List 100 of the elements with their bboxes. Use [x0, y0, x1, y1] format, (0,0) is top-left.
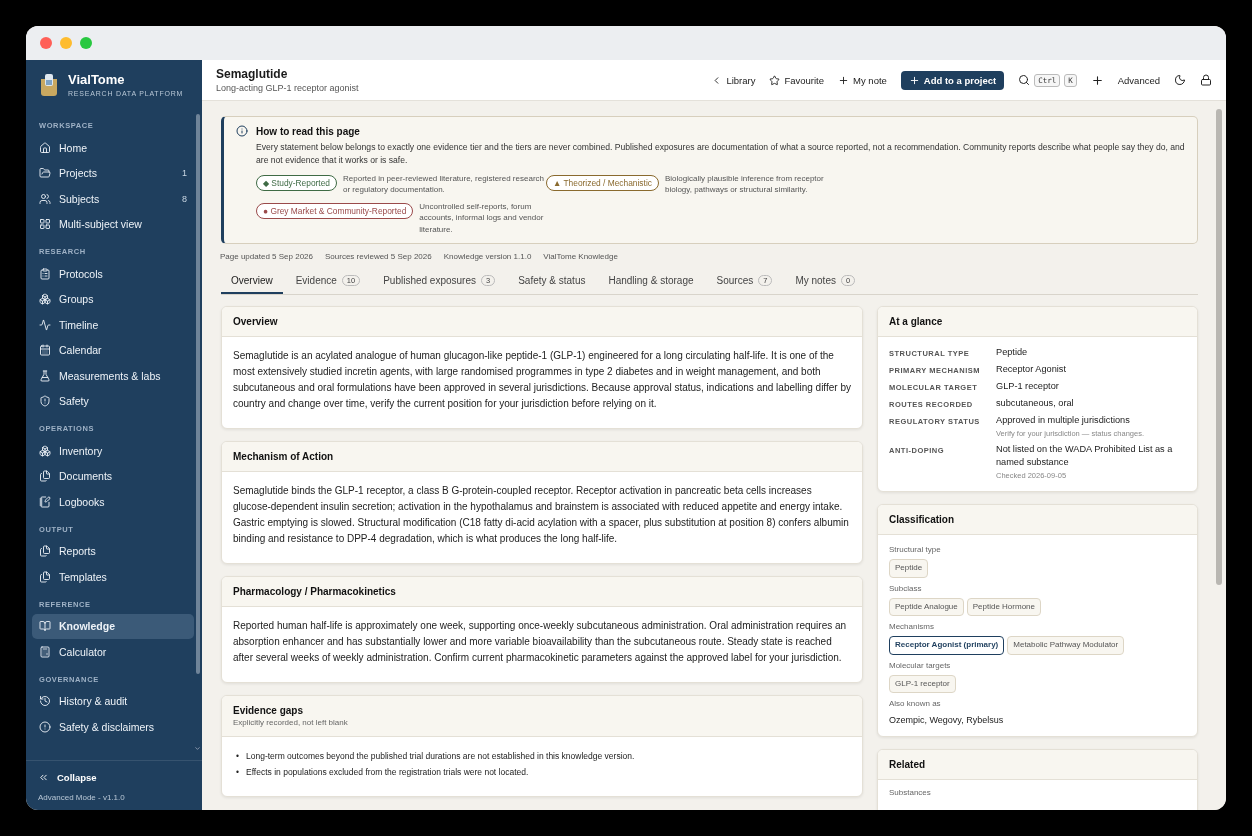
bullet-marker: • — [236, 749, 239, 763]
nav-item[interactable]: Calendar — [32, 337, 194, 363]
field-value: subcutaneous, oral — [996, 396, 1075, 410]
tier-badge: ▲ Theorized / Mechanistic — [546, 174, 659, 191]
field-value: Not listed on the WADA Prohibited List as a named substance — [996, 442, 1174, 470]
card-subtitle: Explicitly recorded, not left blank — [233, 717, 349, 727]
meta-text: Knowledge version 1.1.0 — [443, 251, 532, 261]
group-label: Substances — [889, 786, 932, 799]
maximize-window-button[interactable] — [80, 37, 92, 49]
search-icon — [1018, 74, 1031, 86]
tier-badge: ● Grey Market & Community-Reported — [256, 203, 414, 220]
page-subtitle: Long-acting GLP-1 receptor agonist — [216, 83, 359, 93]
card-title: Evidence gaps — [233, 704, 305, 716]
boxes-icon — [39, 293, 51, 306]
card-title: Pharmacology / Pharmacokinetics — [233, 585, 397, 597]
grid-icon — [39, 218, 51, 231]
nav-item[interactable]: Inventory — [32, 438, 194, 464]
home-icon — [39, 141, 51, 154]
tab[interactable]: Safety & status — [508, 269, 596, 294]
plus-icon — [838, 74, 850, 86]
collapse-button[interactable]: Collapse — [38, 767, 190, 787]
folder-icon — [39, 167, 51, 180]
card-title: Mechanism of Action — [233, 450, 335, 462]
scroll-down-icon[interactable] — [194, 745, 201, 752]
field-value: Peptide — [996, 345, 1029, 359]
nav-item[interactable]: Multi-subject view — [32, 211, 194, 237]
group-label: Also known as — [889, 698, 942, 711]
notice-title: How to read this page — [256, 125, 360, 137]
meta-text: Page updated 5 Sep 2026 — [220, 251, 313, 261]
tag-chip[interactable]: Peptide — [889, 558, 929, 578]
field-value: Approved in multiple jurisdictions — [996, 413, 1131, 427]
tab[interactable]: Handling & storage — [598, 269, 704, 294]
shield-icon — [39, 395, 51, 408]
tier-description: Biologically plausible inference from receptor biology, pathways or structural similarity. — [664, 172, 825, 196]
header-button[interactable]: Favourite — [769, 74, 825, 86]
card-title: Related — [889, 758, 927, 770]
tag-chip[interactable]: Peptide Analogue — [889, 597, 964, 617]
tab[interactable]: Overview — [221, 269, 283, 294]
nav-item[interactable]: Home — [32, 135, 194, 161]
users-icon — [39, 192, 51, 205]
files-icon — [39, 570, 51, 583]
nav-item[interactable]: Documents — [32, 463, 194, 489]
tag-chip[interactable]: Metabolic Pathway Modulator — [1007, 636, 1125, 655]
book-icon — [39, 620, 51, 633]
minimize-window-button[interactable] — [60, 37, 72, 49]
nav-item[interactable]: Timeline — [32, 312, 194, 338]
tier-description: Uncontrolled self-reports, forum accounts, informal logs and vendor literature. — [419, 201, 545, 235]
calculator-icon — [39, 645, 51, 658]
tag-chip[interactable]: GLP-1 receptor — [889, 674, 956, 694]
files-icon — [39, 470, 51, 483]
flask-icon — [39, 369, 51, 382]
dark-mode-button[interactable] — [1174, 74, 1186, 86]
nav-item[interactable]: Groups — [32, 286, 194, 312]
nav-item[interactable]: Measurements & labs — [32, 363, 194, 389]
nav-item[interactable]: Calculator — [32, 639, 194, 665]
meta-text: VialTome Knowledge — [543, 251, 618, 261]
tier-badge: ◆ Study-Reported — [256, 174, 337, 191]
alias-text: Ozempic, Wegovy, Rybelsus — [889, 714, 1005, 728]
brand-name: VialTome — [68, 72, 126, 87]
card-text: Semaglutide binds the GLP-1 receptor, a class B G-protein-coupled receptor. Receptor activation in pancreatic beta cells increases glucose-dependent insulin secretion; activation in the hypothalamus and brainstem is associated with reduced appetite and energy intake. Gastric emptying is slowed. Structural modification (C18 fatty di-acid acylation with a spacer, plus substitution at position 8) confers albumin binding and resistance to DPP-4 degradation, which is what produces the long half-life. — [233, 483, 850, 546]
lock-button[interactable] — [1200, 74, 1212, 86]
nav-item[interactable]: Reports — [32, 538, 194, 564]
field-value: Receptor Agonist — [996, 362, 1067, 376]
tag-chip[interactable]: Peptide Hormone — [966, 597, 1041, 617]
bullet-marker: • — [236, 765, 239, 779]
group-label: Mechanisms — [889, 621, 935, 634]
tag-chip[interactable]: Receptor Agonist (primary) — [889, 636, 1005, 655]
clipboard-icon — [39, 267, 51, 280]
close-window-button[interactable] — [40, 37, 52, 49]
nav-item[interactable]: Logbooks — [32, 489, 194, 515]
bullet-text: Long-term outcomes beyond the published trial durations are not established in this knowledge version. — [246, 749, 635, 763]
nav-item[interactable]: Knowledge — [32, 613, 194, 639]
nav-item[interactable]: Safety — [32, 388, 194, 414]
header-button[interactable]: My note — [838, 74, 887, 86]
mode-button[interactable]: Advanced — [1117, 74, 1160, 86]
vial-logo-icon — [38, 72, 60, 97]
notebook-icon — [39, 495, 51, 508]
add-button[interactable] — [1090, 73, 1104, 87]
nav-item[interactable]: Protocols — [32, 261, 194, 287]
files-icon — [39, 545, 51, 558]
pulse-icon — [39, 318, 51, 331]
nav-item[interactable]: Projects 1 — [32, 160, 194, 186]
calendar-icon — [39, 344, 51, 357]
scrollbar-thumb[interactable] — [196, 114, 200, 674]
nav-item[interactable]: Templates — [32, 564, 194, 590]
field-value: GLP-1 receptor — [996, 379, 1060, 393]
nav-item[interactable]: Safety & disclaimers — [32, 714, 194, 740]
page-title: Semaglutide — [216, 67, 289, 81]
card-text: Semaglutide is an acylated analogue of human glucagon-like peptide-1 (GLP-1) engineered for a long circulating half-life. It is one of the most extensively studied incretin agents, with large randomised programmes in type 2 diabetes and in weight management, and both subcutaneous and oral formulations have been approved in several jurisdictions. Because approval status, indications and labelling differ by country and change over time, verify the current position for your jurisdiction before relying on it. — [233, 348, 851, 411]
item-count: 1 — [182, 168, 187, 179]
scrollbar-thumb[interactable] — [1216, 109, 1222, 585]
boxes-icon — [39, 444, 51, 457]
notice-text: Every statement below belongs to exactly one evidence tier and the tiers are never combined. Published exposures are documentation of what a source reported, not a recommendation. Community reports describe what people say they do, and are not evidence that it works or is safe. — [256, 141, 1185, 167]
item-count: 8 — [182, 193, 187, 204]
info-icon — [236, 125, 248, 137]
nav-item[interactable]: Subjects 8 — [32, 186, 194, 212]
header-button[interactable]: Library — [711, 74, 756, 86]
add-to-project-button[interactable]: Add to a project — [900, 70, 1005, 90]
nav-item[interactable]: History & audit — [32, 688, 194, 714]
card-title: At a glance — [889, 315, 944, 327]
